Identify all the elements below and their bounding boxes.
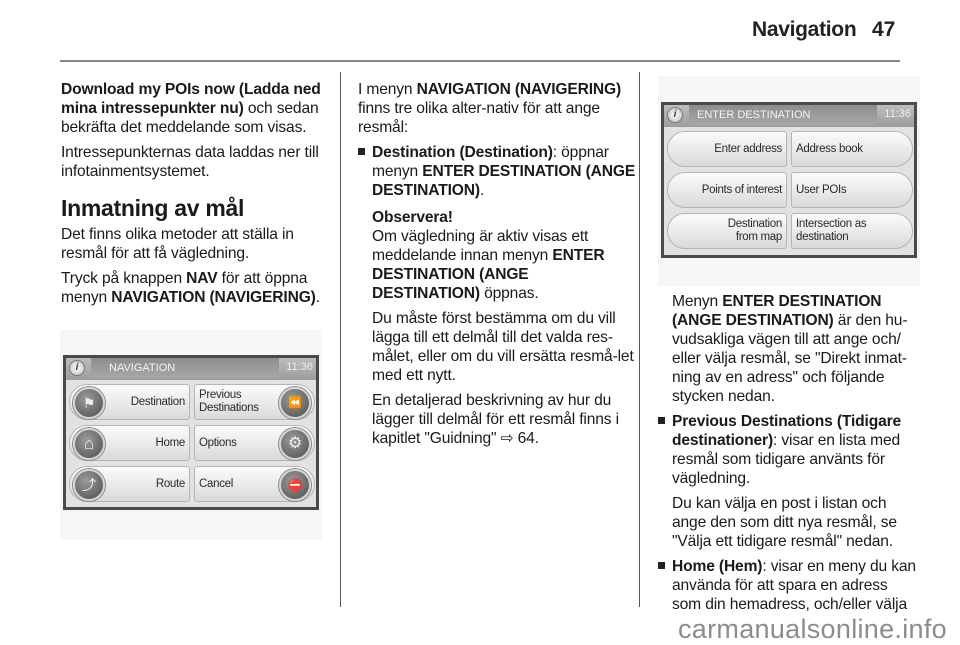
- cancel-route-icon: ⛔: [279, 469, 311, 501]
- text: öppnas.: [479, 285, 539, 302]
- screen-header-bar: i NAVIGATION 11:36: [66, 358, 316, 380]
- figure-enter-destination-screen: i ENTER DESTINATION 11:36 Enter address …: [658, 76, 920, 286]
- button-label: Options: [199, 436, 237, 449]
- clock: 11:36: [884, 108, 911, 120]
- right-column: Menyn ENTER DESTINATION (ANGE DESTINATIO…: [658, 292, 920, 620]
- home-icon: ⌂: [73, 428, 105, 460]
- running-header-title: Navigation: [752, 18, 857, 41]
- screen-title: NAVIGATION: [91, 358, 279, 378]
- intersection-as-destination-button[interactable]: Intersection as destination: [791, 213, 913, 249]
- button-label: Home: [155, 436, 186, 449]
- bold-term: NAVIGATION (NAVIGERING): [111, 289, 316, 306]
- screen-body: ⚑ Destination Previous Destinations ⏪ ⌂ …: [66, 380, 316, 507]
- navigation-screen: i NAVIGATION 11:36 ⚑ Destination Previou…: [63, 355, 319, 510]
- enter-address-button[interactable]: Enter address: [667, 131, 787, 167]
- button-label: Intersection as destination: [796, 218, 867, 243]
- note-text: Om vägledning är aktiv visas ett meddela…: [372, 227, 636, 303]
- button-label: Destination: [130, 395, 186, 408]
- note-title: Observera!: [372, 209, 453, 226]
- options-button[interactable]: Options ⚙: [194, 425, 315, 461]
- flag-rewind-icon: ⏪: [279, 387, 311, 419]
- bullet-previous-destinations: Previous Destinations (Tidigare destinat…: [658, 412, 920, 488]
- route-button[interactable]: ⤴ Route: [69, 466, 190, 502]
- user-pois-button[interactable]: User POIs: [791, 172, 913, 208]
- left-column: Download my POIs now (Ladda ned mina int…: [61, 80, 329, 313]
- paragraph-menu-alternatives: I menyn NAVIGATION (NAVIGERING) finns tr…: [358, 80, 636, 137]
- paragraph-press-nav: Tryck på knappen NAV för att öppna menyn…: [61, 269, 329, 307]
- screen-body: Enter address Address book Points of int…: [664, 127, 914, 255]
- gears-icon: ⚙: [279, 428, 311, 460]
- checkered-flag-icon: ⚑: [73, 387, 105, 419]
- text: Tryck på knappen: [61, 270, 187, 287]
- text: Menyn: [672, 293, 723, 310]
- paragraph-waypoint: Du måste först bestämma om du vill lägga…: [372, 310, 634, 384]
- watermark: carmanualsonline.info: [678, 614, 947, 644]
- header-rule: [60, 60, 900, 62]
- screen-title: ENTER DESTINATION: [689, 105, 877, 125]
- destination-from-map-button[interactable]: Destination from map: [667, 213, 787, 249]
- destination-button[interactable]: ⚑ Destination: [69, 384, 190, 420]
- column-divider-left: [340, 72, 341, 607]
- clock: 11:36: [286, 361, 313, 373]
- previous-destinations-button[interactable]: Previous Destinations ⏪: [194, 384, 315, 420]
- button-label: Previous Destinations: [199, 389, 259, 414]
- route-sign-icon: ⤴: [73, 469, 105, 501]
- cancel-button[interactable]: Cancel ⛔: [194, 466, 315, 502]
- text: finns tre olika alter-nativ för att ange…: [358, 100, 600, 136]
- text: .: [479, 182, 485, 199]
- button-label: Route: [155, 477, 185, 490]
- bold-term: NAV: [186, 270, 218, 287]
- text: .: [315, 289, 320, 306]
- bullet-destination: Destination (Destination): öppnar menyn …: [358, 143, 636, 200]
- column-divider-right: [639, 72, 640, 607]
- bold-term: Home (Hem): [672, 558, 763, 575]
- button-label: Destination from map: [727, 218, 783, 243]
- enter-destination-screen: i ENTER DESTINATION 11:36 Enter address …: [661, 102, 917, 258]
- paragraph-enter-destination-menu: Menyn ENTER DESTINATION (ANGE DESTINATIO…: [658, 292, 920, 406]
- figure-navigation-screen: i NAVIGATION 11:36 ⚑ Destination Previou…: [60, 330, 322, 540]
- page-number: 47: [872, 18, 896, 41]
- bullet-home: Home (Hem): visar en meny du kan använda…: [658, 557, 920, 614]
- bold-term: NAVIGATION (NAVIGERING): [416, 81, 622, 98]
- paragraph-download-pois: Download my POIs now (Ladda ned mina int…: [61, 80, 329, 137]
- bold-term: Destination (Destination): [372, 144, 553, 161]
- home-button[interactable]: ⌂ Home: [69, 425, 190, 461]
- points-of-interest-button[interactable]: Points of interest: [667, 172, 787, 208]
- button-label: Cancel: [199, 477, 233, 490]
- screen-header-bar: i ENTER DESTINATION 11:36: [664, 105, 914, 127]
- paragraph-choose-entry: Du kan välja en post i listan och ange d…: [672, 495, 897, 550]
- section-heading: Inmatning av mål: [61, 195, 245, 221]
- text: I menyn: [358, 81, 417, 98]
- middle-column: I menyn NAVIGATION (NAVIGERING) finns tr…: [358, 80, 636, 454]
- paragraph-guidance-ref[interactable]: En detaljerad beskrivning av hur du lägg…: [372, 391, 636, 448]
- info-icon[interactable]: i: [69, 360, 85, 376]
- address-book-button[interactable]: Address book: [791, 131, 913, 167]
- note-block: Observera! Om vägledning är aktiv visas …: [358, 208, 636, 448]
- paragraph-methods: Det finns olika metoder att ställa in re…: [61, 226, 294, 262]
- info-icon[interactable]: i: [667, 107, 683, 123]
- paragraph-poi-data: Intressepunkternas data laddas ner till …: [61, 144, 319, 180]
